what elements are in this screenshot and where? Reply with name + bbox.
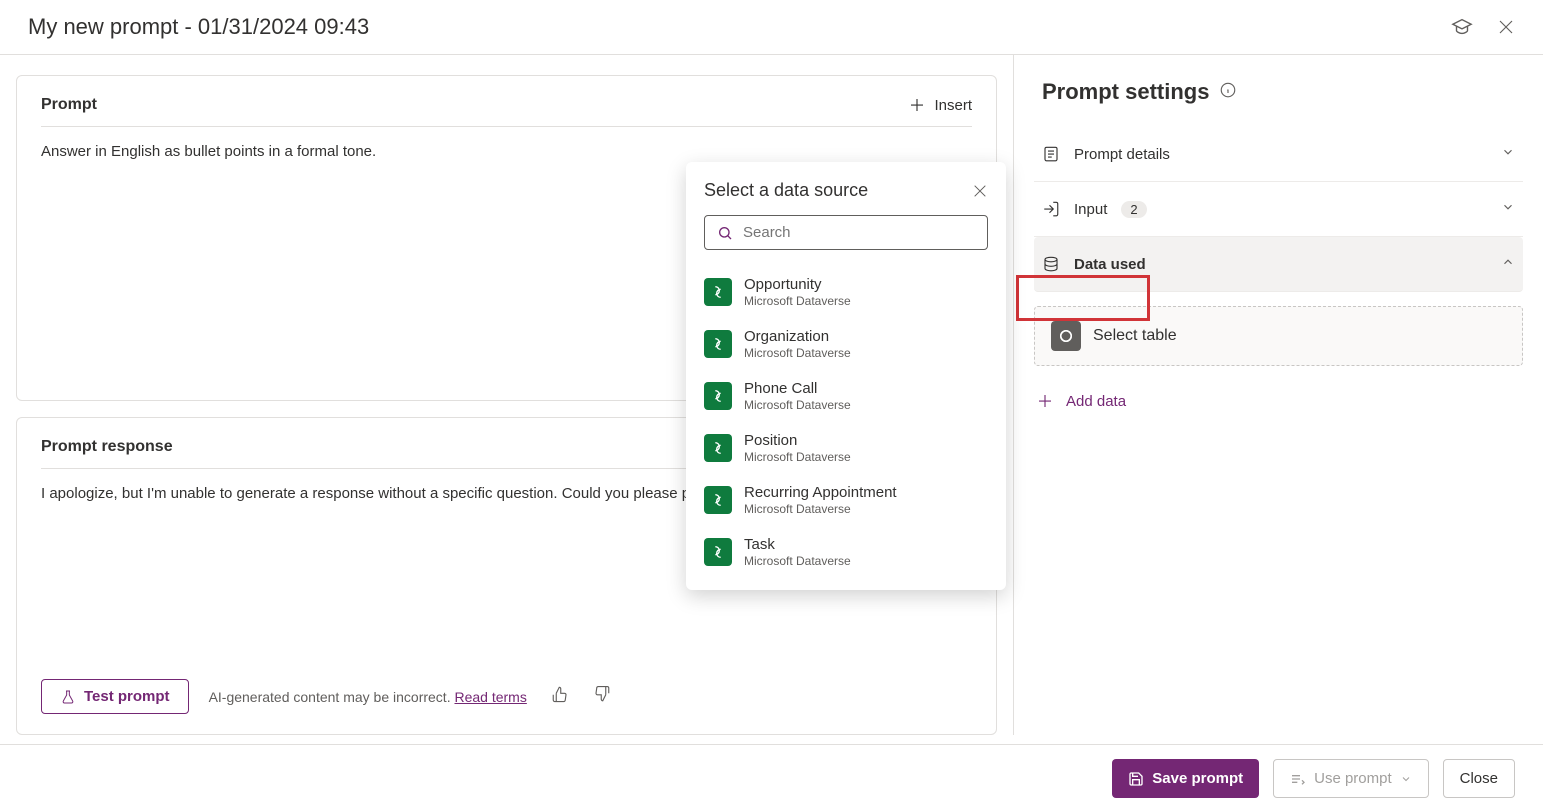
dataverse-icon [704, 486, 732, 514]
input-label: Input [1074, 201, 1107, 218]
chevron-down-icon [1501, 200, 1515, 218]
data-source-name: Organization [744, 328, 851, 346]
popover-header: Select a data source [704, 180, 988, 201]
prompt-card-header: Prompt Insert [41, 96, 972, 127]
details-icon [1042, 145, 1060, 163]
dataverse-icon [704, 330, 732, 358]
thumbs-up-icon[interactable] [551, 685, 569, 708]
accordion-input[interactable]: Input 2 [1034, 182, 1523, 237]
test-prompt-button[interactable]: Test prompt [41, 679, 189, 714]
dataverse-icon [704, 538, 732, 566]
data-source-sub: Microsoft Dataverse [744, 502, 897, 516]
insert-button[interactable]: Insert [908, 96, 972, 114]
plus-icon [1036, 392, 1054, 410]
thumbs-down-icon[interactable] [593, 685, 611, 708]
select-table-button[interactable]: Select table [1034, 306, 1523, 366]
data-source-item[interactable]: Phone Call Microsoft Dataverse [704, 370, 988, 422]
info-icon[interactable] [1219, 79, 1237, 105]
accordion-prompt-details[interactable]: Prompt details [1034, 127, 1523, 182]
insert-label: Insert [934, 97, 972, 114]
flask-icon [60, 689, 76, 705]
search-input[interactable] [743, 224, 975, 241]
settings-heading: Prompt settings [1034, 79, 1523, 105]
dataverse-icon [704, 278, 732, 306]
data-source-name: Position [744, 432, 851, 450]
settings-panel: Prompt settings Prompt details Input 2 D… [1013, 55, 1543, 735]
close-button[interactable]: Close [1443, 759, 1515, 798]
prompt-details-label: Prompt details [1074, 146, 1487, 163]
data-source-sub: Microsoft Dataverse [744, 294, 851, 308]
data-source-popover: Select a data source Opportunity Microso… [686, 162, 1006, 590]
table-icon [1051, 321, 1081, 351]
header-bar: My new prompt - 01/31/2024 09:43 [0, 0, 1543, 55]
ai-disclaimer: AI-generated content may be incorrect. R… [209, 689, 527, 705]
search-icon [717, 225, 733, 241]
test-prompt-label: Test prompt [84, 688, 170, 705]
close-icon[interactable] [1497, 18, 1515, 36]
chevron-down-icon [1501, 145, 1515, 163]
data-source-name: Recurring Appointment [744, 484, 897, 502]
header-actions [1451, 16, 1515, 38]
use-prompt-label: Use prompt [1314, 770, 1392, 787]
data-source-sub: Microsoft Dataverse [744, 554, 851, 568]
data-source-item[interactable]: Task Microsoft Dataverse [704, 526, 988, 578]
save-prompt-label: Save prompt [1152, 770, 1243, 787]
page-title: My new prompt - 01/31/2024 09:43 [28, 14, 369, 40]
save-icon [1128, 771, 1144, 787]
data-used-body: Select table Add data [1034, 292, 1523, 418]
select-table-label: Select table [1093, 327, 1177, 345]
graduation-icon[interactable] [1451, 16, 1473, 38]
data-used-label: Data used [1074, 256, 1487, 273]
data-source-item[interactable]: Position Microsoft Dataverse [704, 422, 988, 474]
data-source-name: Task [744, 536, 851, 554]
accordion-data-used[interactable]: Data used [1034, 237, 1523, 292]
chevron-up-icon [1501, 255, 1515, 273]
data-source-list: Opportunity Microsoft Dataverse Organiza… [704, 266, 988, 578]
popover-close-icon[interactable] [972, 183, 988, 199]
chevron-down-icon [1400, 773, 1412, 785]
dataverse-icon [704, 434, 732, 462]
dataverse-icon [704, 382, 732, 410]
popover-title: Select a data source [704, 180, 868, 201]
use-prompt-button[interactable]: Use prompt [1273, 759, 1429, 798]
response-card-title: Prompt response [41, 438, 173, 456]
save-prompt-button[interactable]: Save prompt [1112, 759, 1259, 798]
data-source-sub: Microsoft Dataverse [744, 346, 851, 360]
database-icon [1042, 255, 1060, 273]
data-source-item[interactable]: Organization Microsoft Dataverse [704, 318, 988, 370]
search-box[interactable] [704, 215, 988, 250]
use-icon [1290, 771, 1306, 787]
data-source-item[interactable]: Opportunity Microsoft Dataverse [704, 266, 988, 318]
data-source-name: Phone Call [744, 380, 851, 398]
prompt-card-title: Prompt [41, 96, 97, 114]
data-source-item[interactable]: Recurring Appointment Microsoft Datavers… [704, 474, 988, 526]
data-source-name: Opportunity [744, 276, 851, 294]
read-terms-link[interactable]: Read terms [454, 689, 526, 705]
prompt-text[interactable]: Answer in English as bullet points in a … [41, 141, 972, 162]
plus-icon [908, 96, 926, 114]
add-data-label: Add data [1066, 393, 1126, 410]
input-count-badge: 2 [1121, 201, 1146, 218]
footer-bar: Save prompt Use prompt Close [0, 744, 1543, 812]
response-footer: Test prompt AI-generated content may be … [41, 667, 972, 714]
data-source-sub: Microsoft Dataverse [744, 398, 851, 412]
data-source-sub: Microsoft Dataverse [744, 450, 851, 464]
add-data-button[interactable]: Add data [1034, 384, 1523, 418]
close-label: Close [1460, 770, 1498, 787]
settings-title: Prompt settings [1042, 79, 1209, 105]
input-icon [1042, 200, 1060, 218]
